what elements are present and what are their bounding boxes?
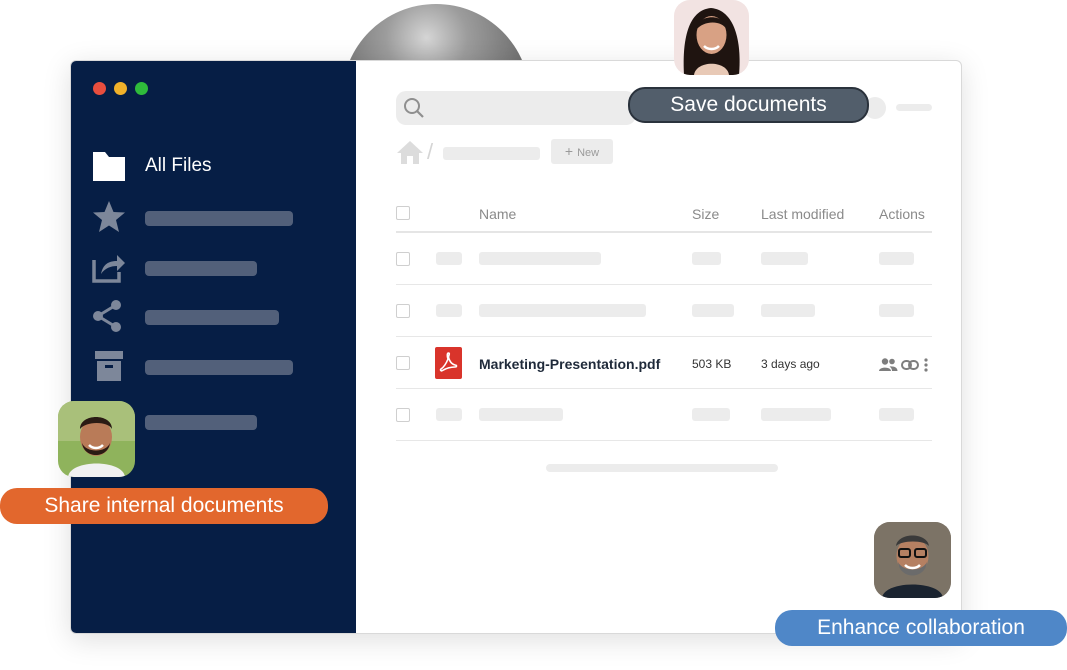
placeholder-icon — [436, 304, 462, 317]
placeholder-name — [479, 304, 646, 317]
share-out-icon — [92, 255, 125, 283]
column-header-size[interactable]: Size — [692, 206, 719, 222]
placeholder-name — [479, 252, 601, 265]
callout-share-documents: Share internal documents — [0, 488, 328, 524]
row-checkbox[interactable] — [396, 356, 410, 370]
sidebar-item-favorites[interactable] — [91, 200, 341, 234]
new-button-label: New — [577, 147, 600, 159]
avatar-man-young — [58, 401, 135, 477]
home-icon[interactable] — [396, 139, 424, 165]
row-actions — [878, 357, 934, 373]
placeholder-name — [479, 408, 563, 421]
placeholder-date — [761, 304, 815, 317]
placeholder-size — [692, 408, 730, 421]
sidebar-item-placeholder — [145, 415, 257, 430]
sidebar-item-placeholder — [145, 261, 257, 276]
file-size: 503 KB — [692, 357, 732, 371]
table-row[interactable] — [396, 389, 932, 441]
table-row[interactable] — [396, 233, 932, 285]
header-menu-placeholder[interactable] — [896, 104, 932, 111]
search-icon — [404, 98, 424, 118]
horizontal-scrollbar[interactable] — [546, 464, 778, 472]
plus-icon: + — [564, 143, 574, 159]
main-panel: / +New Name Size Last modified Actions — [356, 61, 961, 633]
breadcrumb: / + New — [396, 139, 696, 167]
more-vertical-icon[interactable] — [923, 357, 929, 373]
placeholder-size — [692, 304, 734, 317]
sidebar-item-placeholder — [145, 310, 279, 325]
sidebar-item-shared[interactable] — [91, 299, 341, 333]
archive-icon — [95, 351, 123, 381]
pdf-icon — [435, 347, 462, 379]
placeholder-actions — [879, 252, 914, 265]
column-header-actions: Actions — [879, 206, 925, 222]
callout-save-documents: Save documents — [628, 87, 869, 123]
sidebar-item-placeholder — [145, 211, 293, 226]
column-header-name[interactable]: Name — [479, 206, 516, 222]
placeholder-actions — [879, 408, 914, 421]
new-button[interactable]: + New — [551, 139, 613, 164]
sidebar-item-placeholder — [145, 360, 293, 375]
placeholder-actions — [879, 304, 914, 317]
callout-enhance-collaboration: Enhance collaboration — [775, 610, 1067, 646]
search-input[interactable] — [396, 91, 636, 125]
file-name[interactable]: Marketing-Presentation.pdf — [479, 356, 660, 372]
table-row-marketing-presentation[interactable]: Marketing-Presentation.pdf 503 KB 3 days… — [396, 337, 932, 389]
placeholder-icon — [436, 408, 462, 421]
avatar-man-glasses — [874, 522, 951, 598]
column-header-modified[interactable]: Last modified — [761, 206, 844, 222]
avatar-woman — [674, 0, 749, 75]
man-glasses-portrait-icon — [874, 522, 951, 598]
row-checkbox[interactable] — [396, 252, 410, 266]
row-checkbox[interactable] — [396, 304, 410, 318]
file-modified: 3 days ago — [761, 357, 820, 371]
star-icon — [93, 201, 125, 232]
woman-portrait-icon — [683, 8, 740, 75]
placeholder-size — [692, 252, 721, 265]
row-checkbox[interactable] — [396, 408, 410, 422]
sidebar-item-all-files[interactable]: All Files — [91, 149, 341, 183]
link-icon[interactable] — [901, 357, 919, 373]
share-icon — [93, 300, 121, 332]
window-close-button[interactable] — [93, 82, 106, 95]
users-icon[interactable] — [878, 357, 898, 373]
sidebar: All Files — [71, 61, 356, 633]
man-portrait-icon — [58, 401, 135, 477]
breadcrumb-separator: / — [427, 139, 434, 164]
folder-icon — [93, 152, 125, 181]
placeholder-date — [761, 408, 831, 421]
file-table: Name Size Last modified Actions Marketin… — [396, 199, 932, 441]
breadcrumb-placeholder[interactable] — [443, 147, 540, 160]
app-window: All Files / + New Name Size Last modifie… — [70, 60, 962, 634]
table-row[interactable] — [396, 285, 932, 337]
window-maximize-button[interactable] — [135, 82, 148, 95]
select-all-checkbox[interactable] — [396, 206, 410, 220]
table-header: Name Size Last modified Actions — [396, 199, 932, 233]
placeholder-date — [761, 252, 808, 265]
sidebar-item-archive[interactable] — [91, 349, 341, 383]
sidebar-item-label: All Files — [145, 155, 212, 176]
sidebar-item-shared-out[interactable] — [91, 250, 341, 284]
placeholder-icon — [436, 252, 462, 265]
window-minimize-button[interactable] — [114, 82, 127, 95]
